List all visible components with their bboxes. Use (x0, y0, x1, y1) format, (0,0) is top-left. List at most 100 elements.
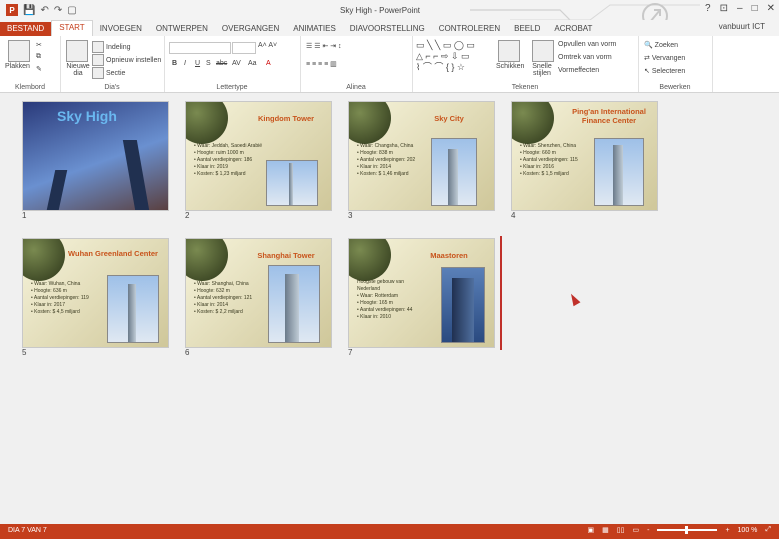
tab-acrobat[interactable]: ACROBAT (547, 22, 599, 36)
tower-photo (107, 275, 159, 343)
bullet: • Kosten: $ 2,2 miljard (194, 309, 243, 315)
tower-photo (594, 138, 644, 206)
format-painter-icon[interactable]: ✎ (36, 65, 42, 73)
slide-number: 7 (348, 348, 353, 357)
quick-styles-icon[interactable] (532, 40, 554, 62)
paste-button[interactable]: Plakken (5, 63, 30, 70)
bullet: • Waar: Jeddah, Saoedi Arabië (194, 143, 262, 149)
tab-animaties[interactable]: ANIMATIES (286, 22, 343, 36)
font-name-combo[interactable] (169, 42, 231, 54)
tab-invoegen[interactable]: INVOEGEN (93, 22, 149, 36)
tab-beeld[interactable]: BEELD (507, 22, 547, 36)
slide-sorter-view-icon[interactable]: ▦ (602, 526, 609, 534)
bullet: • Aantal verdiepingen: 186 (194, 157, 253, 163)
tower-image-icon (289, 163, 293, 205)
zoom-level[interactable]: 100 % (738, 527, 758, 534)
layout-label: Indeling (106, 43, 131, 51)
redo-icon[interactable]: ↷ (54, 5, 62, 16)
change-case-button[interactable]: Aa (248, 60, 257, 67)
slide-sorter-area[interactable]: Sky High 1 Kingdom Tower • Waar: Jeddah,… (0, 93, 779, 524)
italic-button[interactable]: I (184, 60, 186, 67)
slide-thumbnail-5[interactable]: Wuhan Greenland Center • Waar: Wuhan, Ch… (22, 238, 169, 348)
section-button[interactable]: Sectie (92, 67, 125, 79)
shapes-gallery-icon[interactable]: ▭ ╲ ╲ ▭ ◯ ▭ △ ⌐ ⌐ ⇨ ⇩ ▭ ⌇ ⌒ ⌒ { } ☆ (416, 40, 475, 73)
start-presentation-icon[interactable]: ▢ (67, 5, 76, 16)
tab-overgangen[interactable]: OVERGANGEN (215, 22, 286, 36)
globe-image-icon (186, 102, 228, 144)
fit-to-window-icon[interactable]: ⤢ (765, 526, 771, 534)
slide-thumbnail-4[interactable]: Ping'an International Finance Center • W… (511, 101, 658, 211)
maximize-button[interactable]: □ (752, 3, 758, 14)
normal-view-icon[interactable]: ▣ (588, 526, 595, 534)
zoom-in-button[interactable]: + (725, 527, 729, 534)
bullet: • Hoogte: 636 m (31, 288, 67, 294)
paste-icon[interactable] (8, 40, 30, 62)
strikethrough-button[interactable]: abc (216, 60, 227, 67)
slide-number: 1 (22, 211, 27, 220)
bold-button[interactable]: B (172, 60, 177, 67)
user-account[interactable]: vanbuurt ICT (719, 22, 765, 31)
reset-button[interactable]: Opnieuw instellen (92, 54, 161, 66)
underline-button[interactable]: U (195, 60, 200, 67)
shape-effects-button[interactable]: Vormeffecten (558, 67, 599, 74)
window-title: Sky High - PowerPoint (339, 6, 421, 15)
bullet: • Kosten: $ 1,23 miljard (194, 171, 246, 177)
replace-button[interactable]: ⇄ Vervangen (644, 54, 685, 62)
bullet: • Kosten: $ 4,5 miljard (31, 309, 80, 315)
copy-icon[interactable]: ⧉ (36, 53, 41, 61)
drawing-group-label: Tekenen (511, 84, 539, 91)
zoom-out-button[interactable]: - (647, 527, 649, 534)
quick-styles-button[interactable]: Snelle stijlen (528, 63, 556, 77)
slide-thumbnail-1[interactable]: Sky High (22, 101, 169, 211)
font-grow-icon[interactable]: A˄ A˅ (258, 42, 277, 49)
bullets-icon[interactable]: ☰ ☰ ⇤ ⇥ ↕ (306, 42, 342, 50)
bullet: • Hoogte: 632 m (194, 288, 230, 294)
slideshow-view-icon[interactable]: ▭ (632, 526, 639, 534)
save-icon[interactable]: 💾 (23, 5, 35, 16)
undo-icon[interactable]: ↶ (40, 5, 48, 16)
tab-diavoorstelling[interactable]: DIAVOORSTELLING (343, 22, 432, 36)
bullet: • Waar: Rotterdam (357, 293, 399, 299)
new-slide-icon[interactable] (66, 40, 88, 62)
zoom-slider-handle[interactable] (685, 526, 689, 534)
ribbon: Plakken ✂ ⧉ ✎ Klembord Nieuwe dia Indeli… (0, 36, 779, 93)
select-icon: ↖ (644, 68, 650, 75)
arrange-icon[interactable] (498, 40, 520, 62)
shape-fill-button[interactable]: Opvullen van vorm (558, 41, 616, 48)
select-button[interactable]: ↖ Selecteren (644, 67, 685, 75)
cut-icon[interactable]: ✂ (36, 41, 42, 49)
layout-button[interactable]: Indeling (92, 41, 131, 53)
shadow-button[interactable]: S (206, 60, 211, 67)
slide-thumbnail-3[interactable]: Sky City • Waar: Changsha, China • Hoogt… (348, 101, 495, 211)
slide-title: Ping'an International Finance Center (572, 107, 646, 125)
shape-outline-button[interactable]: Omtrek van vorm (558, 54, 612, 61)
new-slide-button[interactable]: Nieuwe dia (62, 63, 94, 77)
globe-image-icon (512, 102, 554, 144)
ribbon-display-button[interactable]: ⊡ (720, 3, 728, 14)
bullet: • Waar: Shenzhen, China (520, 143, 577, 149)
char-spacing-button[interactable]: AV (232, 60, 241, 67)
slide-title: Maastoren (430, 251, 468, 260)
section-icon (92, 67, 104, 79)
close-button[interactable]: ✕ (767, 3, 775, 14)
tower-image-icon (285, 274, 299, 342)
reset-label: Opnieuw instellen (106, 56, 162, 64)
font-color-button[interactable]: A (266, 60, 271, 67)
align-icon[interactable]: ≡ ≡ ≡ ≡ ▥ (306, 60, 337, 68)
tab-controleren[interactable]: CONTROLEREN (432, 22, 507, 36)
help-button[interactable]: ? (705, 3, 711, 14)
tab-ontwerpen[interactable]: ONTWERPEN (149, 22, 215, 36)
tab-bestand[interactable]: BESTAND (0, 22, 52, 36)
find-button[interactable]: 🔍 Zoeken (644, 41, 678, 49)
arrange-button[interactable]: Schikken (496, 63, 524, 70)
slide-thumbnail-7[interactable]: Maastoren Hoogste gebouw van Nederland •… (348, 238, 495, 348)
slide-thumbnail-6[interactable]: Shanghai Tower • Waar: Shanghai, China •… (185, 238, 332, 348)
minimize-button[interactable]: – (737, 3, 743, 14)
reading-view-icon[interactable]: ▯▯ (617, 526, 625, 534)
tower-photo (266, 160, 318, 206)
slide-thumbnail-2[interactable]: Kingdom Tower • Waar: Jeddah, Saoedi Ara… (185, 101, 332, 211)
replace-label: Vervangen (651, 55, 686, 62)
zoom-slider[interactable] (657, 526, 718, 534)
tab-start[interactable]: START (51, 20, 93, 36)
font-size-combo[interactable] (232, 42, 256, 54)
